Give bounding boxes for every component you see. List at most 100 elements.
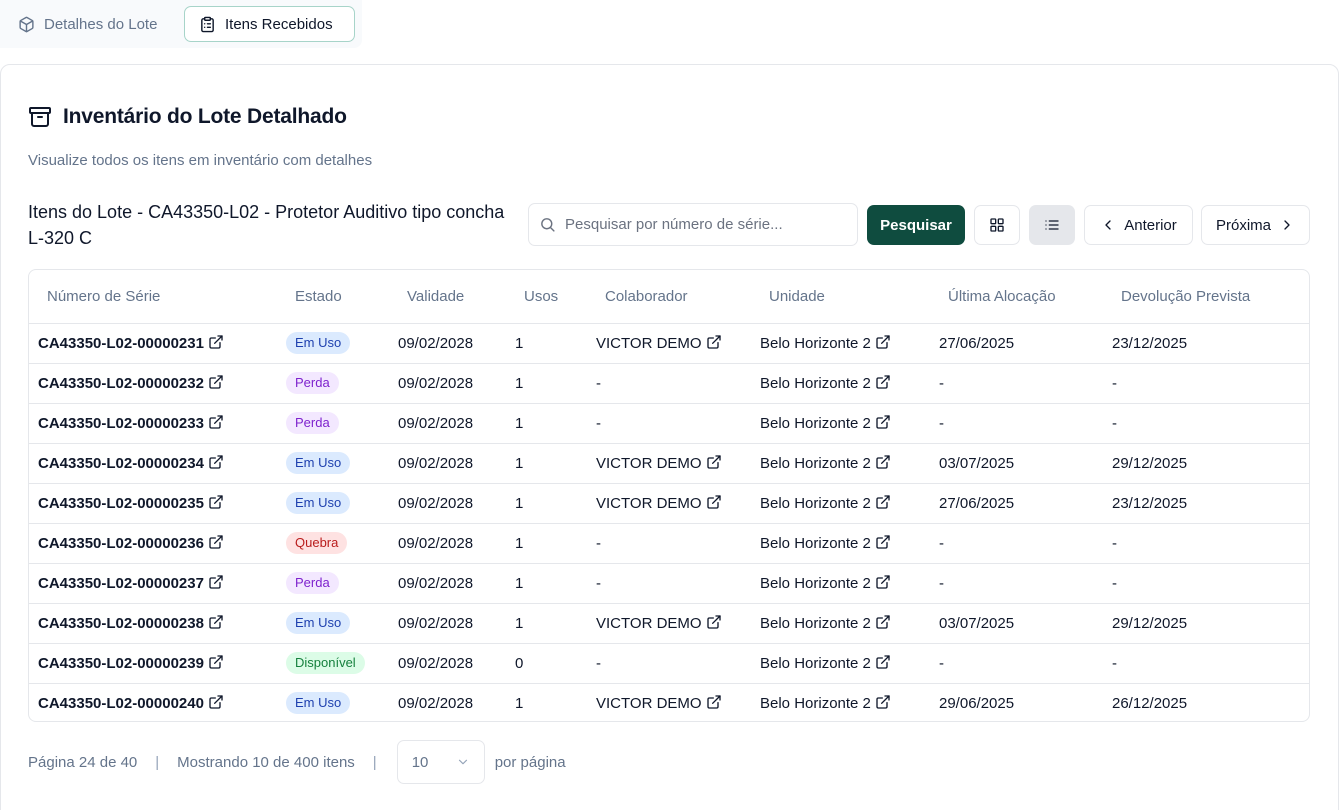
external-link-icon [876, 375, 890, 389]
employee-name: - [596, 534, 601, 552]
unit-link[interactable]: Belo Horizonte 2 [760, 455, 891, 472]
expected-return-cell: - [1112, 534, 1117, 552]
expiry-cell: 09/02/2028 [398, 494, 474, 512]
serial-link[interactable]: CA43350-L02-00000239 [38, 655, 224, 672]
external-link-icon [706, 455, 721, 469]
unit-cell: Belo Horizonte 2 [760, 603, 939, 643]
next-page-button[interactable]: Próxima [1201, 205, 1310, 245]
external-link-icon [876, 415, 890, 429]
external-link-icon [876, 655, 890, 669]
external-link-icon [706, 615, 721, 629]
unit-name: Belo Horizonte 2 [760, 575, 871, 592]
expected-return-cell: - [1112, 414, 1117, 432]
serial-cell: CA43350-L02-00000240 [29, 683, 286, 721]
unit-link[interactable]: Belo Horizonte 2 [760, 495, 891, 512]
page-info: Página 24 de 40 [28, 753, 138, 771]
search-input[interactable] [565, 216, 845, 233]
status-badge: Em Uso [286, 492, 351, 514]
column-header-expected-return[interactable]: Devolução Prevista [1112, 270, 1309, 324]
uses-cell: 1 [515, 414, 524, 432]
serial-link[interactable]: CA43350-L02-00000233 [38, 415, 224, 432]
last-allocation-cell: 03/07/2025 [939, 454, 1015, 472]
column-header-expiry[interactable]: Validade [398, 270, 515, 324]
search-button[interactable]: Pesquisar [867, 205, 965, 245]
status-badge: Perda [286, 572, 339, 594]
employee-link[interactable]: VICTOR DEMO [596, 615, 722, 632]
employee-cell: VICTOR DEMO [596, 483, 760, 523]
serial-link[interactable]: CA43350-L02-00000240 [38, 695, 224, 712]
status-cell: Perda [286, 403, 398, 443]
unit-name: Belo Horizonte 2 [760, 335, 871, 352]
unit-link[interactable]: Belo Horizonte 2 [760, 575, 891, 592]
status-cell: Em Uso [286, 603, 398, 643]
column-header-status[interactable]: Estado [286, 270, 398, 324]
status-cell: Quebra [286, 523, 398, 563]
serial-link[interactable]: CA43350-L02-00000235 [38, 495, 224, 512]
status-badge: Em Uso [286, 692, 351, 715]
serial-cell: CA43350-L02-00000235 [29, 483, 286, 523]
tab-received-items[interactable]: Itens Recebidos [184, 6, 355, 42]
unit-cell: Belo Horizonte 2 [760, 363, 939, 403]
card-subtitle: Visualize todos os itens em inventário c… [28, 152, 373, 169]
expiry-cell: 09/02/2028 [398, 374, 474, 392]
list-icon [1045, 220, 1059, 230]
expiry-cell: 09/02/2028 [398, 614, 474, 632]
external-link-icon [209, 415, 223, 429]
status-badge: Disponível [286, 652, 365, 674]
employee-link[interactable]: VICTOR DEMO [596, 695, 722, 712]
last-allocation-cell: - [939, 374, 944, 392]
employee-link[interactable]: VICTOR DEMO [596, 495, 722, 512]
column-header-serial[interactable]: Número de Série [29, 270, 286, 324]
tab-lot-details[interactable]: Detalhes do Lote [10, 6, 165, 42]
column-header-unit[interactable]: Unidade [760, 270, 939, 324]
employee-cell: - [596, 363, 760, 403]
unit-link[interactable]: Belo Horizonte 2 [760, 535, 891, 552]
external-link-icon [876, 575, 890, 589]
last-allocation-cell: - [939, 534, 944, 552]
unit-link[interactable]: Belo Horizonte 2 [760, 335, 891, 352]
footer-divider: | [372, 753, 377, 771]
table-row: CA43350-L02-00000234 Em Uso 09/02/2028 1 VIC… [29, 443, 1309, 483]
unit-name: Belo Horizonte 2 [760, 495, 871, 512]
page-size-select[interactable]: 10 [396, 740, 485, 784]
employee-name: VICTOR DEMO [596, 495, 702, 512]
employee-link[interactable]: VICTOR DEMO [596, 335, 722, 352]
external-link-icon [209, 575, 223, 589]
last-allocation-cell: - [939, 574, 944, 592]
unit-name: Belo Horizonte 2 [760, 655, 871, 672]
unit-link[interactable]: Belo Horizonte 2 [760, 375, 891, 392]
serial-number: CA43350-L02-00000236 [38, 535, 204, 552]
grid-view-button[interactable] [974, 205, 1020, 245]
serial-link[interactable]: CA43350-L02-00000234 [38, 455, 224, 472]
expected-return-cell: 26/12/2025 [1112, 694, 1188, 712]
serial-link[interactable]: CA43350-L02-00000237 [38, 575, 224, 592]
table-row: CA43350-L02-00000237 Perda 09/02/2028 1 - Bel… [29, 563, 1309, 603]
serial-cell: CA43350-L02-00000237 [29, 563, 286, 603]
previous-page-button[interactable]: Anterior [1084, 205, 1193, 245]
serial-link[interactable]: CA43350-L02-00000232 [38, 375, 224, 392]
unit-link[interactable]: Belo Horizonte 2 [760, 695, 891, 712]
serial-link[interactable]: CA43350-L02-00000231 [38, 335, 224, 352]
column-header-uses[interactable]: Usos [515, 270, 596, 324]
employee-cell: - [596, 403, 760, 443]
uses-cell: 1 [515, 534, 524, 552]
external-link-icon [209, 655, 223, 669]
column-header-last-allocation[interactable]: Última Alocação [939, 270, 1112, 324]
serial-link[interactable]: CA43350-L02-00000236 [38, 535, 224, 552]
column-header-employee[interactable]: Colaborador [596, 270, 760, 324]
unit-link[interactable]: Belo Horizonte 2 [760, 615, 891, 632]
serial-link[interactable]: CA43350-L02-00000238 [38, 615, 224, 632]
last-allocation-cell: 27/06/2025 [939, 334, 1015, 352]
external-link-icon [209, 495, 223, 509]
external-link-icon [209, 695, 223, 709]
unit-link[interactable]: Belo Horizonte 2 [760, 655, 891, 672]
employee-link[interactable]: VICTOR DEMO [596, 455, 722, 472]
status-cell: Em Uso [286, 683, 398, 721]
unit-link[interactable]: Belo Horizonte 2 [760, 415, 891, 432]
status-badge: Quebra [286, 532, 348, 554]
page-size-value: 10 [411, 753, 429, 771]
unit-cell: Belo Horizonte 2 [760, 323, 939, 363]
list-view-button[interactable] [1029, 205, 1075, 245]
expected-return-cell: 23/12/2025 [1112, 494, 1188, 512]
status-badge: Em Uso [286, 452, 351, 474]
